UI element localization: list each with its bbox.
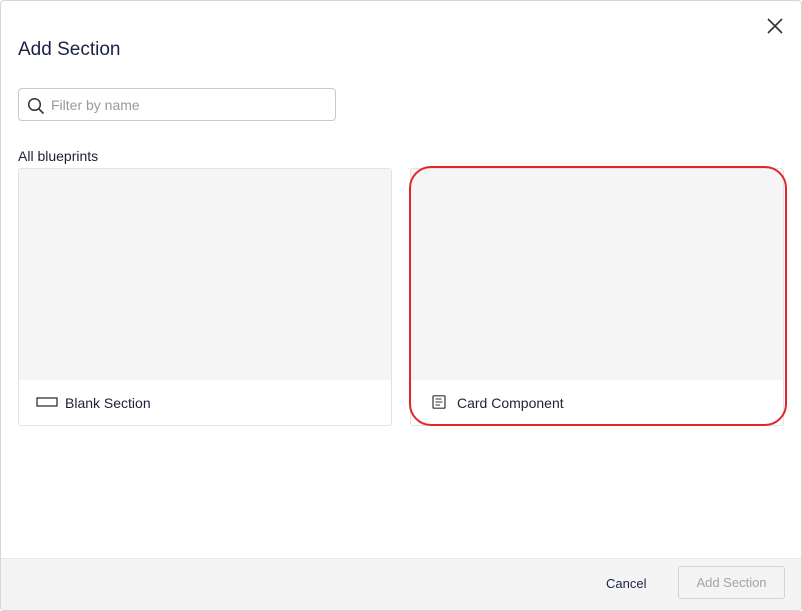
- dialog-title: Add Section: [18, 39, 121, 60]
- blueprint-preview: [19, 169, 391, 380]
- close-icon[interactable]: [765, 16, 785, 36]
- blueprint-label: Blank Section: [65, 395, 151, 411]
- blueprint-card-blank-section[interactable]: Blank Section: [18, 168, 392, 426]
- blueprints-section-label: All blueprints: [18, 148, 99, 164]
- search-input[interactable]: [51, 94, 331, 116]
- add-section-button[interactable]: Add Section: [678, 566, 785, 599]
- blueprint-card-card-component[interactable]: Card Component: [410, 168, 784, 426]
- search-box[interactable]: [18, 88, 336, 121]
- add-section-dialog: Add Section All blueprints Blank Section…: [0, 0, 802, 611]
- search-icon: [27, 97, 45, 115]
- card-component-icon: [432, 395, 446, 409]
- cancel-button[interactable]: Cancel: [606, 576, 646, 591]
- blank-section-icon: [36, 397, 58, 407]
- dialog-footer: Cancel Add Section: [1, 558, 801, 610]
- blueprint-label: Card Component: [457, 395, 564, 411]
- blueprint-preview: [411, 169, 783, 380]
